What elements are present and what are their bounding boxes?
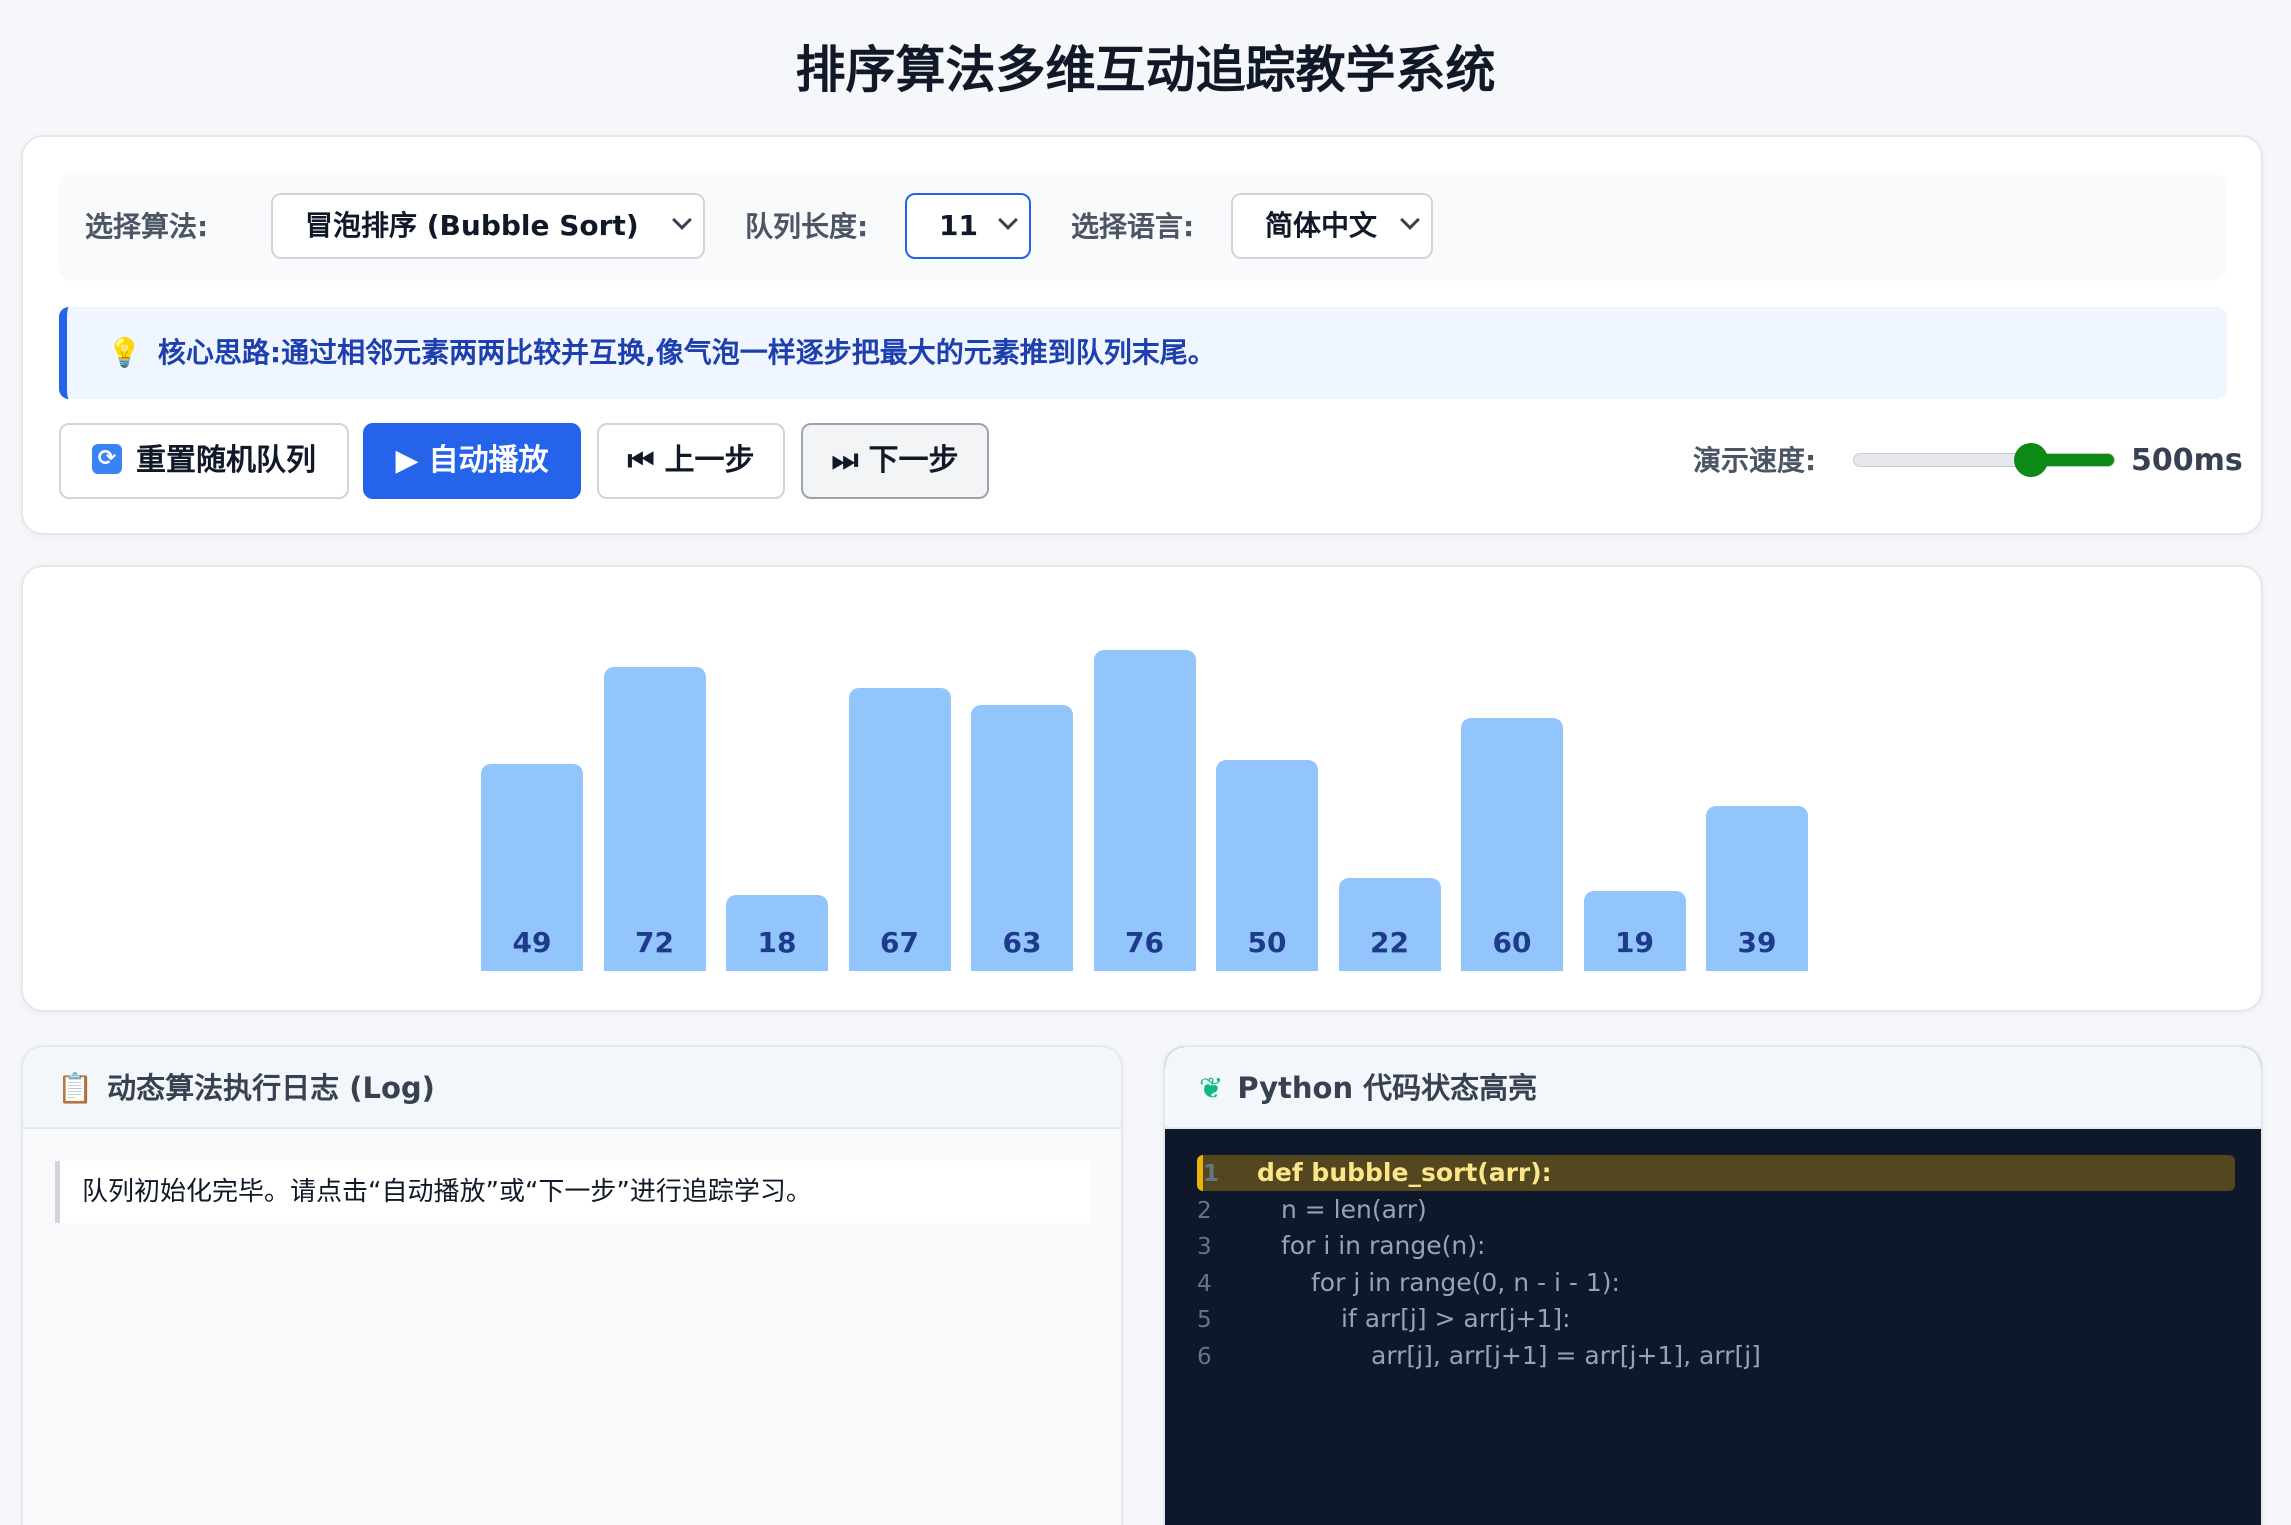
length-select-value: 11 [939, 209, 978, 242]
control-panel: 选择算法: 冒泡排序 (Bubble Sort) 队列长度: 11 选择语言: … [21, 135, 2263, 535]
line-number: 4 [1197, 1270, 1212, 1297]
bar-value-label: 49 [512, 925, 552, 959]
code-line: 1 def bubble_sort(arr): [1197, 1155, 2235, 1191]
lightbulb-icon: 💡 [107, 336, 142, 369]
code-title: Python 代码状态高亮 [1237, 1071, 1538, 1105]
bar-8: 60 [1461, 717, 1563, 971]
bar-2: 18 [726, 895, 828, 971]
bar-value-label: 63 [1002, 925, 1042, 959]
code-text: for j in range(0, n - i - 1): [1311, 1267, 1620, 1297]
next-label: 下一步 [868, 443, 959, 478]
reset-queue-button[interactable]: ⟳ 重置随机队列 [59, 423, 349, 499]
log-entry: 队列初始化完毕。请点击“自动播放”或“下一步”进行追踪学习。 [55, 1161, 1091, 1223]
line-number: 1 [1203, 1161, 1220, 1187]
bar-0: 49 [481, 764, 583, 971]
skip-back-icon: ⏮ [627, 443, 655, 478]
chevron-down-icon [1400, 210, 1420, 230]
line-number: 6 [1197, 1343, 1212, 1370]
line-number: 2 [1197, 1197, 1212, 1224]
speed-slider-thumb[interactable] [2013, 443, 2048, 477]
bar-value-label: 18 [757, 925, 797, 959]
speed-value: 500ms [2131, 443, 2243, 478]
log-title: 动态算法执行日志 (Log) [107, 1071, 435, 1105]
line-number: 5 [1197, 1307, 1212, 1333]
log-panel-header: 📋 动态算法执行日志 (Log) [23, 1047, 1121, 1129]
next-step-button[interactable]: ⏭ 下一步 [801, 423, 989, 499]
language-select[interactable]: 简体中文 [1231, 193, 1433, 259]
bar-1: 72 [603, 667, 706, 971]
bar-value-label: 72 [635, 925, 674, 959]
bar-4: 63 [971, 705, 1073, 971]
bar-value-label: 22 [1370, 925, 1409, 959]
clipboard-icon: 📋 [57, 1071, 94, 1105]
prev-label: 上一步 [664, 443, 755, 478]
bar-value-label: 50 [1247, 926, 1287, 959]
bar-6: 50 [1216, 760, 1318, 971]
play-icon: ▶ [395, 443, 419, 478]
autoplay-label: 自动播放 [428, 443, 549, 478]
code-text: arr[j], arr[j+1] = arr[j+1], arr[j] [1371, 1340, 1761, 1370]
code-line: 6 arr[j], arr[j+1] = arr[j+1], arr[j] [1197, 1338, 2235, 1374]
chevron-down-icon [998, 210, 1018, 230]
algorithm-label: 选择算法: [85, 210, 209, 243]
array-visualization: 49 72 18 67 63 76 50 22 60 19 39 [21, 565, 2263, 1012]
algorithm-select-value: 冒泡排序 (Bubble Sort) [305, 209, 639, 242]
page-title: 排序算法多维互动追踪教学系统 [795, 41, 1496, 99]
reset-label: 重置随机队列 [136, 443, 316, 478]
settings-row: 选择算法: 冒泡排序 (Bubble Sort) 队列长度: 11 选择语言: … [59, 173, 2227, 281]
code-line: 3 for i in range(n): [1197, 1228, 2235, 1264]
language-label: 选择语言: [1071, 210, 1195, 243]
bar-3: 67 [848, 688, 951, 971]
speed-label: 演示速度: [1693, 444, 1817, 477]
code-text: n = len(arr) [1281, 1194, 1427, 1224]
bar-5: 76 [1093, 650, 1196, 971]
code-line: 4 for j in range(0, n - i - 1): [1197, 1265, 2235, 1301]
line-number: 3 [1197, 1234, 1212, 1260]
core-idea-hint: 💡 核心思路:通过相邻元素两两比较并互换,像气泡一样逐步把最大的元素推到队列末尾。 [59, 307, 2227, 399]
bar-7: 22 [1338, 878, 1441, 971]
prev-step-button[interactable]: ⏮ 上一步 [597, 423, 785, 499]
speed-slider[interactable] [1853, 443, 2115, 477]
language-select-value: 简体中文 [1265, 209, 1378, 242]
python-icon: ❦ [1199, 1071, 1224, 1105]
bar-value-label: 39 [1737, 925, 1777, 959]
bar-10: 39 [1706, 806, 1808, 971]
code-text: if arr[j] > arr[j+1]: [1341, 1304, 1571, 1333]
bar-value-label: 60 [1492, 925, 1532, 959]
code-panel: ❦ Python 代码状态高亮 1 def bubble_sort(arr): 2 n … [1163, 1045, 2263, 1525]
bar-chart: 49 72 18 67 63 76 50 22 60 19 39 [23, 567, 2265, 1014]
code-line: 2 n = len(arr) [1197, 1192, 2235, 1228]
chevron-down-icon [672, 210, 692, 230]
bar-value-label: 76 [1125, 925, 1164, 959]
refresh-icon: ⟳ [92, 443, 122, 474]
autoplay-button[interactable]: ▶ 自动播放 [363, 423, 581, 499]
skip-forward-icon: ⏭ [831, 443, 859, 478]
code-line: 5 if arr[j] > arr[j+1]: [1197, 1301, 2235, 1337]
bar-9: 19 [1583, 890, 1686, 971]
bar-value-label: 19 [1615, 925, 1654, 959]
code-listing: 1 def bubble_sort(arr): 2 n = len(arr) 3 for … [1165, 1129, 2261, 1525]
log-panel: 📋 动态算法执行日志 (Log) 队列初始化完毕。请点击“自动播放”或“下一步”进… [21, 1045, 1123, 1525]
bar-value-label: 67 [880, 925, 919, 959]
code-text: for i in range(n): [1281, 1231, 1486, 1260]
algorithm-select[interactable]: 冒泡排序 (Bubble Sort) [271, 193, 705, 259]
code-panel-header: ❦ Python 代码状态高亮 [1165, 1047, 2261, 1129]
length-select[interactable]: 11 [905, 193, 1031, 259]
length-label: 队列长度: [745, 210, 869, 243]
hint-text: 核心思路:通过相邻元素两两比较并互换,像气泡一样逐步把最大的元素推到队列末尾。 [157, 336, 1216, 369]
code-text: def bubble_sort(arr): [1257, 1158, 1552, 1187]
